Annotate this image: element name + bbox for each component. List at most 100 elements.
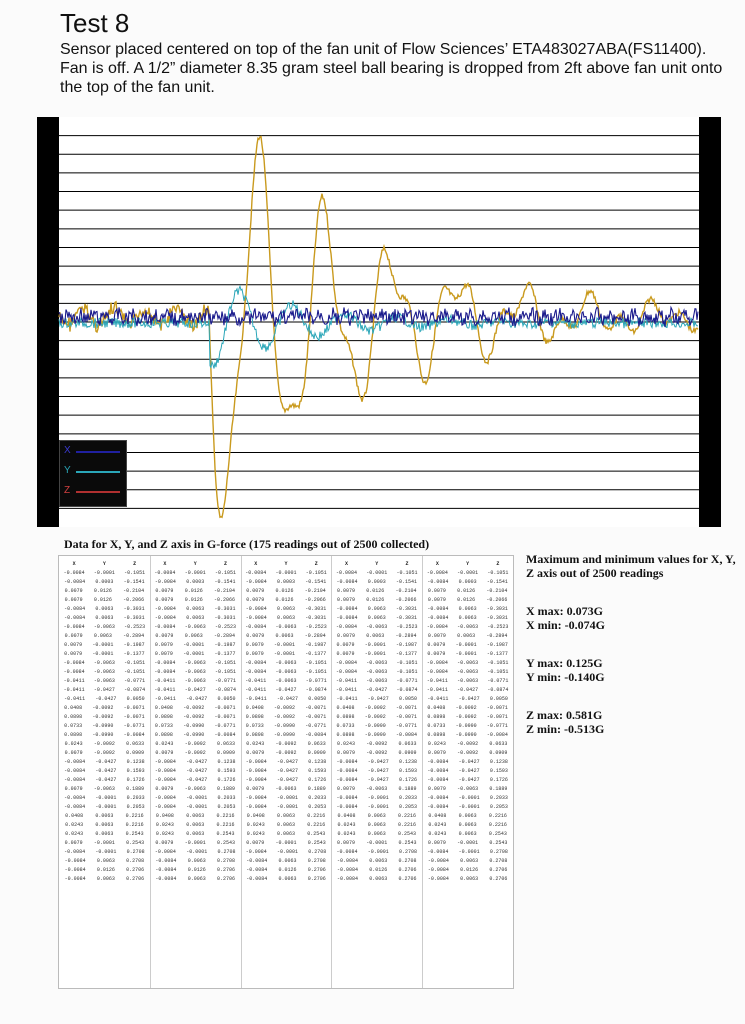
table-cell: -0.0084 <box>245 759 267 765</box>
table-cell: -0.0411 <box>336 678 358 684</box>
table-row: -0.0084 0.0003 -0.1541 <box>241 578 332 587</box>
table-cell: -0.0427 <box>458 696 480 702</box>
table-cell: -0.0427 <box>276 777 298 783</box>
table-cell: -0.1051 <box>396 669 418 675</box>
table-row: -0.0084 0.0063 -0.3031 <box>150 614 241 623</box>
chart-svg <box>58 117 699 527</box>
table-cell: 0.2706 <box>216 867 235 873</box>
table-row: 0.0079 0.0126 -0.2066 <box>422 596 513 605</box>
table-cell: -0.2066 <box>213 597 235 603</box>
table-row: -0.0084 -0.0427 0.1726 <box>241 776 332 785</box>
table-cell: 0.0063 <box>278 876 297 882</box>
table-divider <box>331 556 333 988</box>
table-cell: -0.0084 <box>336 606 358 612</box>
table-cell: -0.0001 <box>458 849 480 855</box>
table-cell: 0.0898 <box>64 732 83 738</box>
table-cell: 0.1593 <box>489 768 508 774</box>
table-cell: 0.0408 <box>245 705 264 711</box>
table-cell: 0.0063 <box>96 858 115 864</box>
table-cell: -0.0427 <box>186 777 208 783</box>
table-row: 0.0243 0.0063 0.2216 <box>59 821 150 830</box>
table-cell: -0.0084 <box>64 876 86 882</box>
table-row: -0.0411 -0.0427 -0.0874 <box>331 686 422 695</box>
table-cell: -0.0084 <box>427 777 449 783</box>
table-row: -0.0084 -0.0063 -0.1051 <box>150 668 241 677</box>
x-max: X max: 0.073G <box>526 604 603 618</box>
table-cell: 0.0003 <box>458 579 477 585</box>
table-cell: -0.1051 <box>487 660 509 666</box>
table-cell: -0.0084 <box>154 759 176 765</box>
table-cell: 0.2706 <box>489 867 508 873</box>
table-cell: 0.1593 <box>217 768 236 774</box>
table-cell: -0.0771 <box>124 678 146 684</box>
table-cell: 0.0633 <box>398 741 417 747</box>
table-cell: 0.0079 <box>155 597 174 603</box>
table-cell: 0.1593 <box>126 768 145 774</box>
table-cell: -0.1051 <box>124 660 146 666</box>
table-cell: -0.0084 <box>427 579 449 585</box>
table-cell: 0.2216 <box>488 822 507 828</box>
table-cell: -0.0990 <box>364 723 386 729</box>
table-row: -0.0084 -0.0427 0.1593 <box>422 767 513 776</box>
table-cell: -0.0084 <box>246 876 268 882</box>
table-cell: -0.2894 <box>123 633 145 639</box>
table-cell: -0.2523 <box>487 624 509 630</box>
table-cell: -0.0001 <box>367 849 389 855</box>
table-row: 0.0243 0.0063 0.2216 <box>422 821 513 830</box>
table-cell: -0.0071 <box>396 714 418 720</box>
table-cell: 0.0079 <box>427 651 446 657</box>
table-row: -0.0084 -0.0063 -0.2523 <box>241 623 332 632</box>
table-cell: 0.2216 <box>398 822 417 828</box>
table-row: -0.0084 -0.0001 0.2033 <box>241 794 332 803</box>
table-cell: -0.0092 <box>93 750 115 756</box>
table-row: -0.0084 -0.0001 -0.1051 <box>422 569 513 578</box>
table-cell: 0.0079 <box>246 597 265 603</box>
table-row: 0.0079 -0.0092 0.0909 <box>331 749 422 758</box>
table-cell: 0.0909 <box>126 750 145 756</box>
table-cell: -0.1987 <box>396 642 418 648</box>
table-cell: -0.0427 <box>186 696 208 702</box>
table-cell: -0.0084 <box>427 858 449 864</box>
table-row: 0.0408 -0.0092 -0.0071 <box>59 704 150 713</box>
table-cell: -0.0092 <box>455 714 477 720</box>
table-cell: -0.0084 <box>155 876 177 882</box>
table-row: -0.0411 -0.0427 0.0050 <box>241 695 332 704</box>
table-cell: 0.0079 <box>337 633 356 639</box>
table-cell: 0.1726 <box>126 777 145 783</box>
table-cell: -0.0063 <box>93 678 115 684</box>
table-row: -0.0084 -0.0001 0.2033 <box>422 794 513 803</box>
table-row: -0.0084 0.0063 0.2708 <box>422 857 513 866</box>
table-cell: 0.0079 <box>337 597 356 603</box>
table-row: 0.0079 -0.0063 0.1889 <box>241 785 332 794</box>
table-row: 0.0079 -0.0063 0.1889 <box>331 785 422 794</box>
table-cell: -0.0411 <box>426 678 448 684</box>
table-column: X Y Z -0.0084 -0.0001 -0.1051 -0.0084 0.0003 -0.… <box>150 560 241 884</box>
table-cell: -0.0874 <box>305 687 327 693</box>
table-cell: 0.0063 <box>186 813 205 819</box>
table-row: -0.0084 -0.0063 -0.1051 <box>331 659 422 668</box>
table-row: 0.0079 0.0063 -0.2894 <box>241 632 332 641</box>
table-cell: -0.1377 <box>396 651 418 657</box>
table-cell: 0.1238 <box>217 759 236 765</box>
table-cell: 0.0408 <box>65 813 84 819</box>
table-cell: 0.2708 <box>399 849 418 855</box>
table-cell: 0.0079 <box>246 588 265 594</box>
table-cell: -0.1051 <box>305 570 327 576</box>
table-cell: 0.2708 <box>126 858 145 864</box>
table-cell: 0.0079 <box>427 588 446 594</box>
table-cell: 0.0909 <box>398 750 417 756</box>
table-cell: 0.0126 <box>93 597 112 603</box>
y-max: Y max: 0.125G <box>526 656 603 670</box>
table-header-cell: X <box>435 561 439 567</box>
table-cell: 0.0126 <box>93 588 112 594</box>
table-cell: -0.1051 <box>305 660 327 666</box>
table-cell: 0.2543 <box>307 840 326 846</box>
table-cell: -0.0001 <box>455 642 477 648</box>
table-row: 0.0243 0.0063 0.2216 <box>241 821 332 830</box>
table-cell: 0.2033 <box>489 795 508 801</box>
table-cell: -0.0084 <box>427 876 449 882</box>
table-cell: 0.0063 <box>186 822 205 828</box>
table-cell: -0.2894 <box>395 633 417 639</box>
table-cell: -0.0411 <box>336 687 358 693</box>
table-row: 0.0243 -0.0092 0.0633 <box>422 740 513 749</box>
